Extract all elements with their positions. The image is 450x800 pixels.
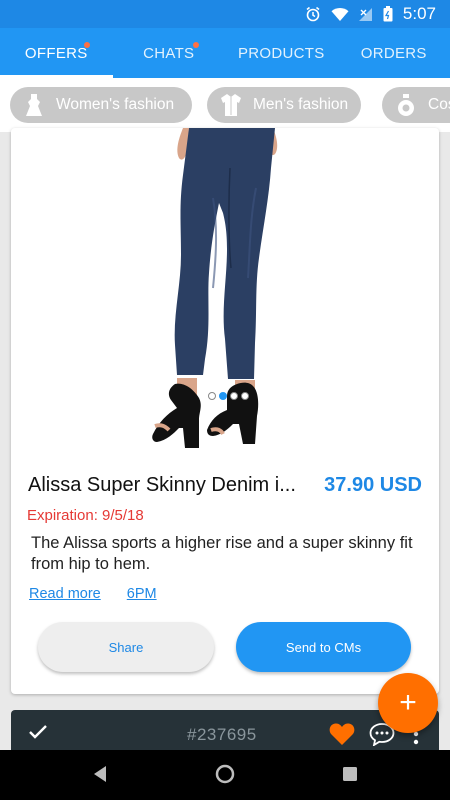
read-more-link[interactable]: Read more xyxy=(29,586,101,602)
system-nav-bar xyxy=(0,750,450,800)
perfume-icon xyxy=(394,93,418,117)
product-description: The Alissa sports a higher rise and a su… xyxy=(31,534,413,573)
chip-womens-fashion[interactable]: Women's fashion xyxy=(10,87,192,123)
chip-cosmetics[interactable]: Cos xyxy=(382,87,450,123)
pager-dot-active xyxy=(219,392,227,400)
share-button[interactable]: Share xyxy=(38,622,214,672)
send-to-cms-button[interactable]: Send to CMs xyxy=(236,622,411,672)
clock-time: 5:07 xyxy=(402,4,436,23)
pager-dot xyxy=(241,392,249,400)
status-bar: 5:07 xyxy=(0,0,450,28)
chip-mens-fashion-label: Men's fashion xyxy=(253,96,349,113)
home-icon[interactable] xyxy=(215,764,235,789)
pager-dot xyxy=(208,392,216,400)
recents-icon[interactable] xyxy=(342,766,358,787)
shirt-icon xyxy=(219,93,243,117)
back-icon[interactable] xyxy=(92,765,108,788)
chip-womens-fashion-label: Women's fashion xyxy=(56,96,175,113)
wifi-icon xyxy=(331,7,349,22)
tab-chats-label: CHATS xyxy=(143,44,195,62)
dress-icon xyxy=(22,93,46,117)
expiration-date: Expiration: 9/5/18 xyxy=(27,507,144,524)
plus-icon: + xyxy=(399,686,417,719)
check-icon[interactable] xyxy=(28,724,48,745)
battery-icon xyxy=(383,6,393,22)
product-title[interactable]: Alissa Super Skinny Denim i... xyxy=(28,474,313,497)
add-fab-button[interactable]: + xyxy=(378,673,438,733)
offer-card: Alissa Super Skinny Denim i... 37.90 USD… xyxy=(11,128,439,694)
chip-cosmetics-label: Cos xyxy=(428,96,450,113)
tab-orders-label: ORDERS xyxy=(360,44,427,62)
product-price: 37.90 USD xyxy=(324,474,422,496)
heart-icon[interactable] xyxy=(329,722,355,751)
image-pager xyxy=(208,392,249,400)
tab-chats[interactable]: CHATS xyxy=(113,28,226,78)
tab-offers[interactable]: OFFERS xyxy=(0,28,113,78)
next-offer-card: #237695 xyxy=(11,710,439,750)
product-links: Read more 6PM xyxy=(29,586,157,602)
tab-orders[interactable]: ORDERS xyxy=(338,28,450,78)
pager-dot xyxy=(230,392,238,400)
category-chips: Women's fashion Men's fashion Cos xyxy=(0,78,450,132)
tab-products[interactable]: PRODUCTS xyxy=(225,28,338,78)
chip-mens-fashion[interactable]: Men's fashion xyxy=(207,87,361,123)
offer-number: #237695 xyxy=(187,725,257,744)
signal-icon xyxy=(358,7,373,22)
main-tab-bar: OFFERS CHATS PRODUCTS ORDERS xyxy=(0,28,450,78)
tab-products-label: PRODUCTS xyxy=(237,44,325,62)
tab-offers-label: OFFERS xyxy=(24,44,88,62)
product-image[interactable] xyxy=(121,128,321,450)
store-link[interactable]: 6PM xyxy=(127,586,157,602)
tab-offers-badge xyxy=(84,42,90,48)
tab-chats-badge xyxy=(192,42,199,48)
alarm-icon xyxy=(305,6,321,22)
